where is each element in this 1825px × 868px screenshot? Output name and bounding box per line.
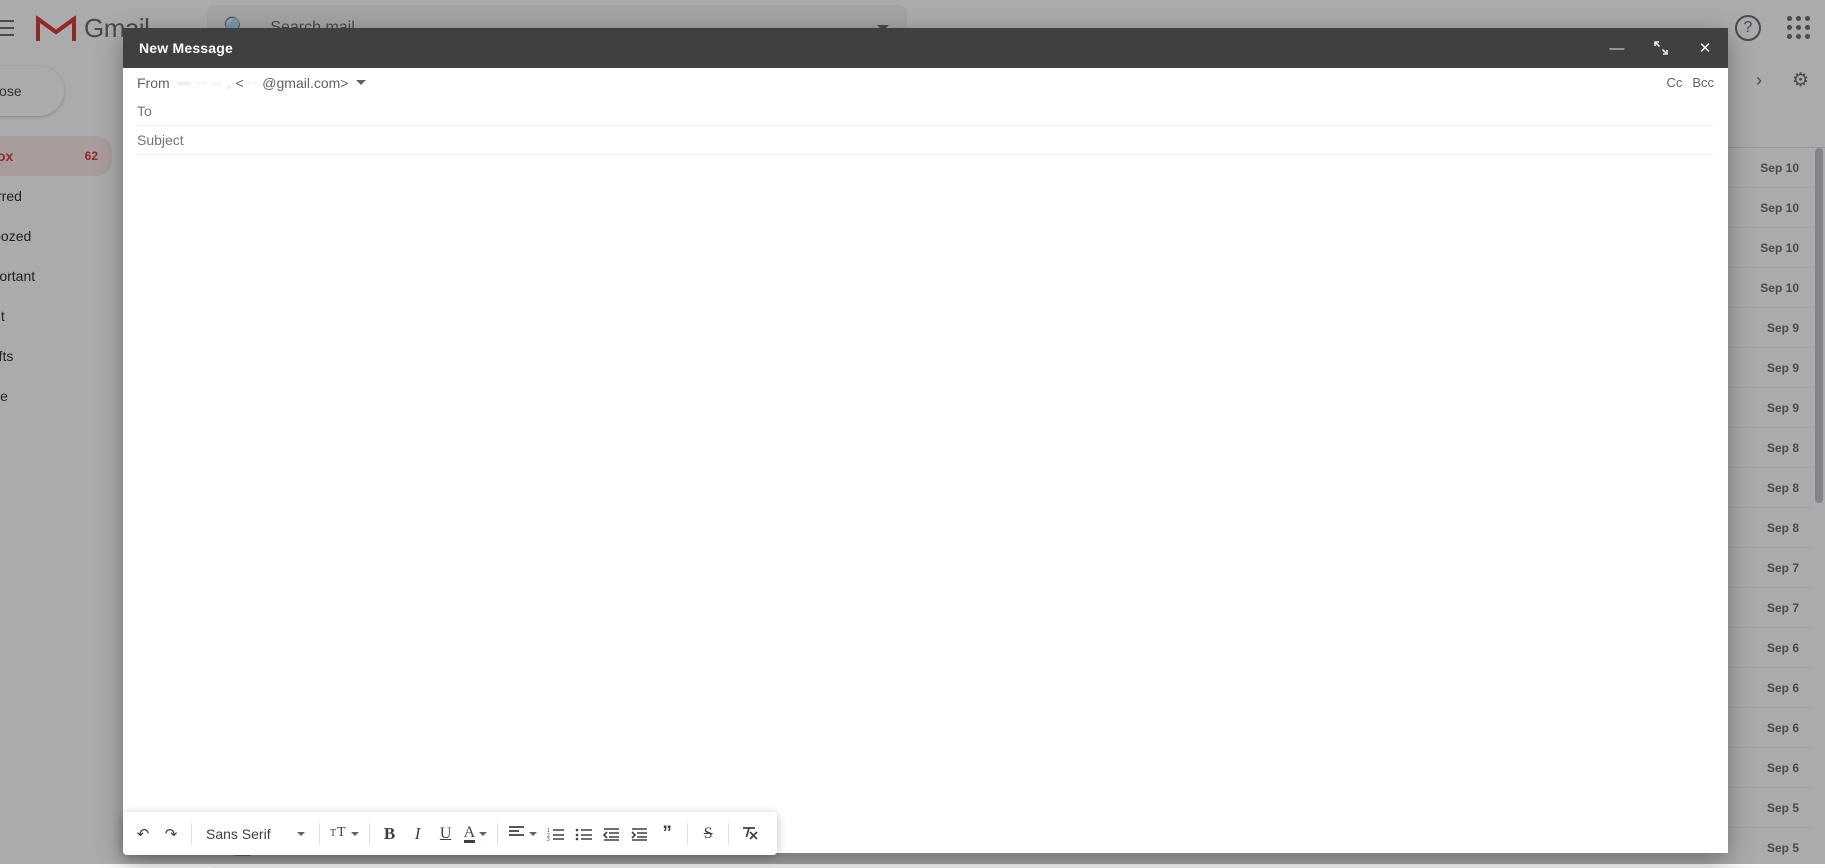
bcc-link[interactable]: Bcc [1692,75,1714,90]
cc-bcc-links: Cc Bcc [1666,75,1714,90]
from-value: — ·· ·· , < ·· @gmail.com> [178,75,349,91]
cc-link[interactable]: Cc [1666,75,1682,90]
from-address-redacted: ·· [248,75,259,90]
indent-more-icon[interactable] [625,818,653,850]
toolbar-divider [687,823,688,845]
svg-text:T: T [337,825,346,839]
bold-button[interactable]: B [376,818,404,850]
toolbar-divider [728,823,729,845]
from-row[interactable]: From — ·· ·· , < ·· @gmail.com> Cc Bcc [137,68,1714,97]
indent-less-icon[interactable] [597,818,625,850]
align-chevron-down-icon [529,832,537,836]
from-label: From [137,75,170,91]
numbered-list-icon[interactable]: 1 2 3 [541,818,569,850]
text-color-button[interactable]: A [460,818,492,850]
close-icon[interactable]: ✕ [1694,37,1716,59]
quote-button[interactable]: ” [653,818,681,850]
compose-title: New Message [139,40,233,56]
remove-formatting-icon[interactable] [735,818,763,850]
undo-icon[interactable]: ↶ [129,818,157,850]
from-name-redacted: — ·· ·· , [178,75,232,90]
font-family-dropdown[interactable]: Sans Serif [198,818,313,850]
text-color-chevron-down-icon [479,832,487,836]
compose-fields: From — ·· ·· , < ·· @gmail.com> Cc Bcc T… [123,68,1728,155]
subject-row[interactable]: Subject [137,126,1714,155]
strikethrough-button[interactable]: S [694,818,722,850]
italic-button[interactable]: I [404,818,432,850]
from-bracket-open: < [235,75,243,91]
compose-window-controls: — ✕ [1606,37,1716,59]
minimize-icon[interactable]: — [1606,37,1628,59]
from-chevron-down-icon[interactable] [356,80,366,85]
to-row[interactable]: To [137,97,1714,126]
from-address: @gmail.com> [262,75,348,91]
bulleted-list-icon[interactable] [569,818,597,850]
compose-dialog: New Message — ✕ From — ·· ·· , < ·· @gma… [123,28,1728,853]
message-body-input[interactable] [123,155,1728,853]
font-size-button[interactable]: T T [326,818,363,850]
underline-button[interactable]: U [432,818,460,850]
align-left-icon [508,825,525,843]
format-toolbar: ↶ ↷ Sans Serif T T B I U A 1 [123,812,777,855]
svg-text:3: 3 [547,837,550,841]
font-size-icon: T T [330,824,347,843]
toolbar-divider [369,823,370,845]
font-family-chevron-down-icon [297,832,305,836]
text-color-icon: A [464,825,476,843]
font-size-chevron-down-icon [351,832,359,836]
toolbar-divider [191,823,192,845]
font-family-value: Sans Serif [206,826,271,842]
toolbar-divider [497,823,498,845]
svg-text:T: T [330,828,336,839]
toolbar-divider [319,823,320,845]
fullscreen-icon[interactable] [1650,37,1672,59]
compose-header: New Message — ✕ [123,28,1728,68]
redo-icon[interactable]: ↷ [157,818,185,850]
subject-placeholder: Subject [137,132,184,148]
align-button[interactable] [504,818,541,850]
to-placeholder: To [137,103,152,119]
